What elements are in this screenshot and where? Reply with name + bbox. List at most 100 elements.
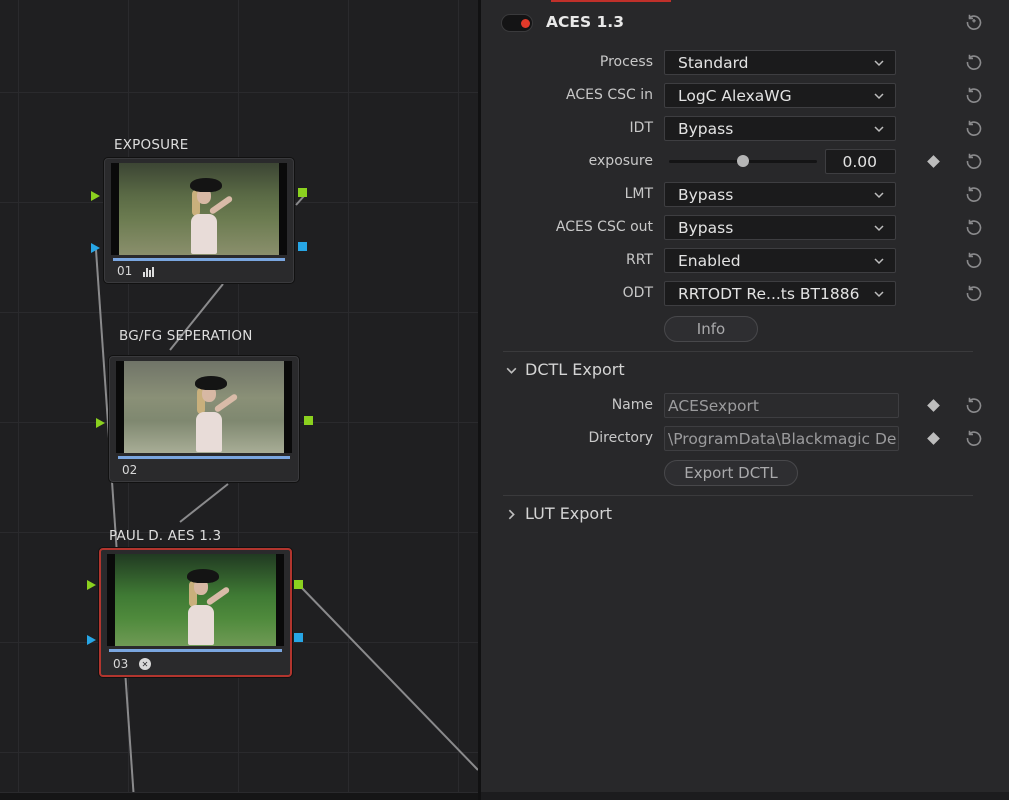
chevron-down-icon bbox=[874, 93, 884, 100]
process-dropdown[interactable]: Standard bbox=[664, 50, 896, 75]
rgb-output-port[interactable] bbox=[294, 580, 303, 589]
chevron-right-icon bbox=[508, 509, 515, 520]
graph-scrollbar[interactable] bbox=[0, 792, 478, 800]
node-progress-bar bbox=[109, 649, 282, 652]
dropdown-value: Standard bbox=[678, 54, 749, 72]
param-label: RRT bbox=[626, 252, 653, 268]
lut-export-section-header[interactable]: LUT Export bbox=[505, 504, 705, 526]
reset-icon[interactable] bbox=[965, 119, 983, 137]
node-number: 03 bbox=[113, 657, 129, 671]
connection-line bbox=[299, 585, 478, 771]
node-label: PAUL D. AES 1.3 bbox=[109, 528, 222, 544]
aces-csc-out-dropdown[interactable]: Bypass bbox=[664, 215, 896, 240]
dropdown-value: Bypass bbox=[678, 186, 734, 204]
section-divider bbox=[503, 351, 973, 352]
odt-dropdown[interactable]: RRTODT Re...ts BT1886 bbox=[664, 281, 896, 306]
keyframe-icon[interactable] bbox=[927, 432, 940, 445]
param-lmt: LMT Bypass bbox=[481, 182, 1009, 208]
reset-icon[interactable] bbox=[965, 53, 983, 71]
alpha-output-port[interactable] bbox=[298, 242, 307, 251]
alpha-input-port[interactable] bbox=[87, 635, 96, 645]
param-process: Process Standard bbox=[481, 50, 1009, 76]
rgb-input-port[interactable] bbox=[96, 418, 105, 428]
export-dctl-button[interactable]: Export DCTL bbox=[664, 460, 798, 486]
chevron-down-icon bbox=[874, 126, 884, 133]
rgb-input-port[interactable] bbox=[91, 191, 100, 201]
param-label: exposure bbox=[588, 153, 653, 169]
bars-icon bbox=[143, 267, 155, 277]
dctl-name-field[interactable]: ACESexport bbox=[664, 393, 899, 418]
keyframe-icon[interactable] bbox=[927, 399, 940, 412]
rgb-input-port[interactable] bbox=[87, 580, 96, 590]
dropdown-value: Bypass bbox=[678, 219, 734, 237]
param-aces-csc-out: ACES CSC out Bypass bbox=[481, 215, 1009, 241]
dctl-export-section-header[interactable]: DCTL Export bbox=[505, 360, 705, 382]
param-odt: ODT RRTODT Re...ts BT1886 bbox=[481, 281, 1009, 307]
keyframe-icon[interactable] bbox=[927, 155, 940, 168]
node-body[interactable]: 02 bbox=[109, 356, 299, 482]
exposure-value-field[interactable]: 0.00 bbox=[825, 149, 896, 174]
rgb-output-port[interactable] bbox=[298, 188, 307, 197]
param-label: LMT bbox=[624, 186, 653, 202]
section-title: DCTL Export bbox=[525, 360, 625, 379]
node-progress-bar bbox=[118, 456, 290, 459]
param-label: Directory bbox=[588, 430, 653, 446]
alpha-input-port[interactable] bbox=[91, 243, 100, 253]
node-progress-bar bbox=[113, 258, 285, 261]
info-button[interactable]: Info bbox=[664, 316, 758, 342]
effect-enable-toggle[interactable] bbox=[501, 14, 533, 32]
reset-icon[interactable] bbox=[965, 86, 983, 104]
node-thumbnail bbox=[107, 554, 284, 646]
node-number: 01 bbox=[117, 264, 133, 278]
exposure-slider-handle[interactable] bbox=[737, 155, 749, 167]
rgb-output-port[interactable] bbox=[304, 416, 313, 425]
dropdown-value: Enabled bbox=[678, 252, 741, 270]
param-label: ODT bbox=[622, 285, 653, 301]
param-label: Name bbox=[611, 397, 653, 413]
param-label: ACES CSC in bbox=[566, 87, 653, 103]
reset-icon[interactable] bbox=[965, 396, 983, 414]
effects-inspector: ACES 1.3 Process Standard ACES CSC in Lo… bbox=[481, 0, 1009, 800]
param-label: Process bbox=[599, 54, 653, 70]
section-divider bbox=[503, 495, 973, 496]
node-thumbnail bbox=[116, 361, 292, 453]
reset-icon[interactable] bbox=[965, 218, 983, 236]
chevron-down-icon bbox=[874, 60, 884, 67]
node-graph[interactable]: EXPOSURE 01 BG/FG SEPERATION 02 PAUL D. … bbox=[0, 0, 478, 800]
chevron-down-icon bbox=[874, 258, 884, 265]
param-idt: IDT Bypass bbox=[481, 116, 1009, 142]
connection-line bbox=[179, 483, 229, 523]
node-label: EXPOSURE bbox=[114, 137, 189, 153]
lmt-dropdown[interactable]: Bypass bbox=[664, 182, 896, 207]
aces-csc-in-dropdown[interactable]: LogC AlexaWG bbox=[664, 83, 896, 108]
param-exposure: exposure 0.00 bbox=[481, 149, 1009, 175]
reset-icon[interactable] bbox=[965, 284, 983, 302]
reset-icon[interactable] bbox=[965, 185, 983, 203]
field-value: ACESexport bbox=[668, 397, 759, 415]
section-title: LUT Export bbox=[525, 504, 613, 523]
node-body[interactable]: 01 bbox=[104, 158, 294, 283]
param-label: ACES CSC out bbox=[555, 219, 653, 235]
dropdown-value: RRTODT Re...ts BT1886 bbox=[678, 285, 860, 303]
idt-dropdown[interactable]: Bypass bbox=[664, 116, 896, 141]
alpha-output-port[interactable] bbox=[294, 633, 303, 642]
reset-all-icon[interactable] bbox=[965, 13, 983, 31]
node-label: BG/FG SEPERATION bbox=[119, 328, 253, 344]
effect-header: ACES 1.3 bbox=[501, 12, 997, 34]
param-label: IDT bbox=[629, 120, 653, 136]
chevron-down-icon bbox=[506, 367, 517, 374]
active-tab-indicator bbox=[551, 0, 671, 2]
chevron-down-icon bbox=[874, 225, 884, 232]
reset-icon[interactable] bbox=[965, 429, 983, 447]
reset-icon[interactable] bbox=[965, 251, 983, 269]
rrt-dropdown[interactable]: Enabled bbox=[664, 248, 896, 273]
dctl-directory-field[interactable]: \ProgramData\Blackmagic De bbox=[664, 426, 899, 451]
inspector-footer bbox=[481, 792, 1009, 800]
node-thumbnail bbox=[111, 163, 287, 255]
reset-icon[interactable] bbox=[965, 152, 983, 170]
connection-line bbox=[295, 195, 305, 206]
param-dctl-directory: Directory \ProgramData\Blackmagic De bbox=[481, 426, 1009, 452]
param-dctl-name: Name ACESexport bbox=[481, 393, 1009, 419]
node-body-selected[interactable]: 03 ✕ bbox=[99, 548, 292, 677]
aces-icon: ✕ bbox=[139, 658, 151, 670]
